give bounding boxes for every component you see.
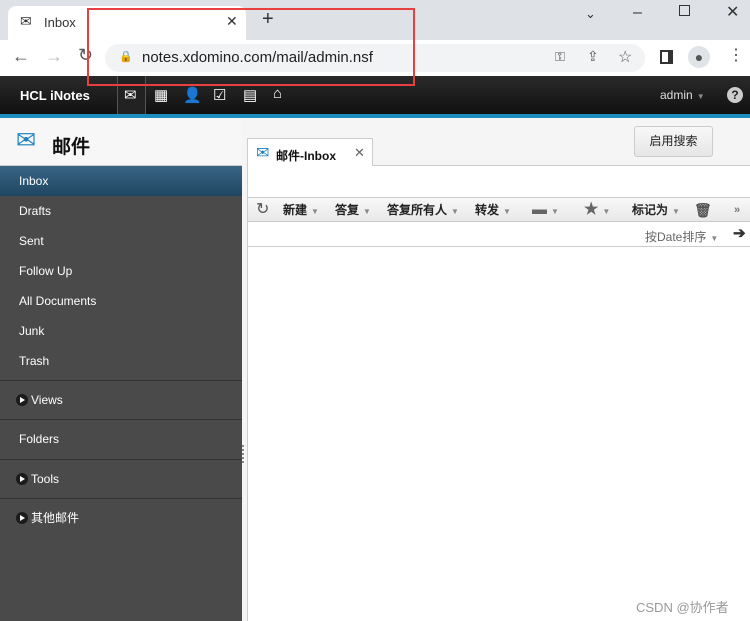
mark-as-button[interactable]: 标记为 ▼ bbox=[632, 198, 680, 224]
section-views[interactable]: Views bbox=[0, 380, 242, 419]
new-button[interactable]: 新建 ▼ bbox=[283, 198, 319, 224]
toolbar: ↻ 新建 ▼ 答复 ▼ 答复所有人 ▼ 转发 ▼ ▬ ▼ ★ ▼ 标记为 ▼ 🗑 » bbox=[248, 197, 750, 222]
mail-icon: ✉ bbox=[256, 145, 270, 162]
section-tools[interactable]: Tools bbox=[0, 459, 242, 498]
label: 新建 bbox=[283, 203, 308, 217]
mail-icon: ✉ bbox=[20, 13, 32, 29]
tab-title: Inbox bbox=[44, 15, 76, 30]
label: 转发 bbox=[475, 203, 500, 217]
bookmark-star-icon[interactable]: ☆ bbox=[618, 47, 632, 67]
expand-icon bbox=[16, 511, 28, 524]
panel-title: ✉ 邮件 bbox=[0, 118, 242, 166]
star-button[interactable]: ★ ▼ bbox=[584, 198, 610, 224]
panel-title-text: 邮件 bbox=[52, 137, 91, 158]
mail-icon: ✉ bbox=[16, 127, 37, 154]
home-icon[interactable]: ⌂ bbox=[273, 85, 282, 102]
todo-icon[interactable]: ☑ bbox=[213, 86, 226, 104]
calendar-icon[interactable]: ▦ bbox=[154, 86, 168, 104]
watermark: CSDN @协作者 bbox=[636, 600, 729, 615]
arrow-right-icon[interactable]: ➔ bbox=[733, 224, 746, 242]
section-folders[interactable]: Folders bbox=[0, 419, 242, 458]
label: 答复 bbox=[335, 203, 360, 217]
tab-inbox[interactable]: ✉ 邮件-Inbox ✕ bbox=[247, 138, 373, 166]
mail-icon: ✉ bbox=[124, 87, 137, 104]
notebook-icon[interactable]: ▤ bbox=[243, 86, 257, 104]
nav-inbox[interactable]: Inbox bbox=[0, 166, 242, 196]
expand-icon bbox=[16, 472, 28, 485]
reply-all-button[interactable]: 答复所有人 ▼ bbox=[387, 198, 459, 224]
section-label: 其他邮件 bbox=[31, 511, 80, 525]
side-panel-icon[interactable] bbox=[660, 50, 673, 64]
section-other-mail[interactable]: 其他邮件 bbox=[0, 498, 242, 621]
close-window-icon[interactable]: ✕ bbox=[726, 2, 739, 22]
help-icon[interactable]: ? bbox=[727, 87, 743, 103]
left-panel: ✉ 邮件 Inbox Drafts Sent Follow Up All Doc… bbox=[0, 118, 242, 621]
folder-icon: ▬ bbox=[532, 201, 547, 218]
profile-icon[interactable]: ● bbox=[688, 46, 710, 68]
key-icon[interactable]: ⚿ bbox=[555, 49, 565, 65]
main-content: ↻ 新建 ▼ 答复 ▼ 答复所有人 ▼ 转发 ▼ ▬ ▼ ★ ▼ 标记为 ▼ 🗑 » 按Dat… bbox=[247, 165, 750, 621]
sort-row: 按Date排序 ▼ ➔ bbox=[248, 222, 750, 247]
nav-follow-up[interactable]: Follow Up bbox=[0, 256, 242, 286]
trash-icon[interactable]: 🗑 bbox=[694, 198, 712, 222]
contacts-icon[interactable]: 👤 bbox=[183, 86, 202, 104]
sort-label: 按Date排序 bbox=[645, 230, 707, 244]
back-icon[interactable]: ← bbox=[12, 46, 30, 67]
maximize-icon[interactable] bbox=[679, 5, 690, 16]
enable-search-button[interactable]: 启用搜索 bbox=[634, 126, 713, 157]
user-name: admin bbox=[660, 88, 693, 102]
section-label: Tools bbox=[31, 472, 60, 486]
close-tab-icon[interactable]: ✕ bbox=[354, 145, 365, 161]
forward-button[interactable]: 转发 ▼ bbox=[475, 198, 511, 224]
reply-button[interactable]: 答复 ▼ bbox=[335, 198, 371, 224]
expand-icon bbox=[16, 393, 28, 406]
sort-dropdown[interactable]: 按Date排序 ▼ bbox=[645, 228, 718, 245]
nav-all-documents[interactable]: All Documents bbox=[0, 286, 242, 316]
star-icon: ★ bbox=[584, 201, 599, 218]
label: 标记为 bbox=[632, 203, 669, 217]
user-menu[interactable]: admin ▼ bbox=[660, 88, 705, 102]
highlight-box bbox=[87, 8, 415, 86]
tab-search-icon[interactable]: ⌄ bbox=[585, 6, 596, 22]
folder-button[interactable]: ▬ ▼ bbox=[532, 198, 559, 224]
tab-label: 邮件-Inbox bbox=[276, 149, 336, 163]
forward-icon[interactable]: → bbox=[45, 46, 63, 67]
section-label: Folders bbox=[19, 432, 60, 446]
brand: HCL iNotes bbox=[20, 88, 90, 103]
label: 答复所有人 bbox=[387, 203, 448, 217]
splitter-handle[interactable] bbox=[242, 445, 244, 463]
menu-icon[interactable]: ⋮ bbox=[728, 45, 744, 65]
section-label: Views bbox=[31, 393, 63, 407]
minimize-icon[interactable]: – bbox=[633, 4, 642, 22]
share-icon[interactable]: ⇪ bbox=[587, 48, 599, 65]
refresh-icon[interactable]: ↻ bbox=[256, 199, 269, 219]
nav-trash[interactable]: Trash bbox=[0, 346, 242, 376]
more-icon[interactable]: » bbox=[734, 198, 740, 222]
nav-junk[interactable]: Junk bbox=[0, 316, 242, 346]
nav-sent[interactable]: Sent bbox=[0, 226, 242, 256]
nav-drafts[interactable]: Drafts bbox=[0, 196, 242, 226]
